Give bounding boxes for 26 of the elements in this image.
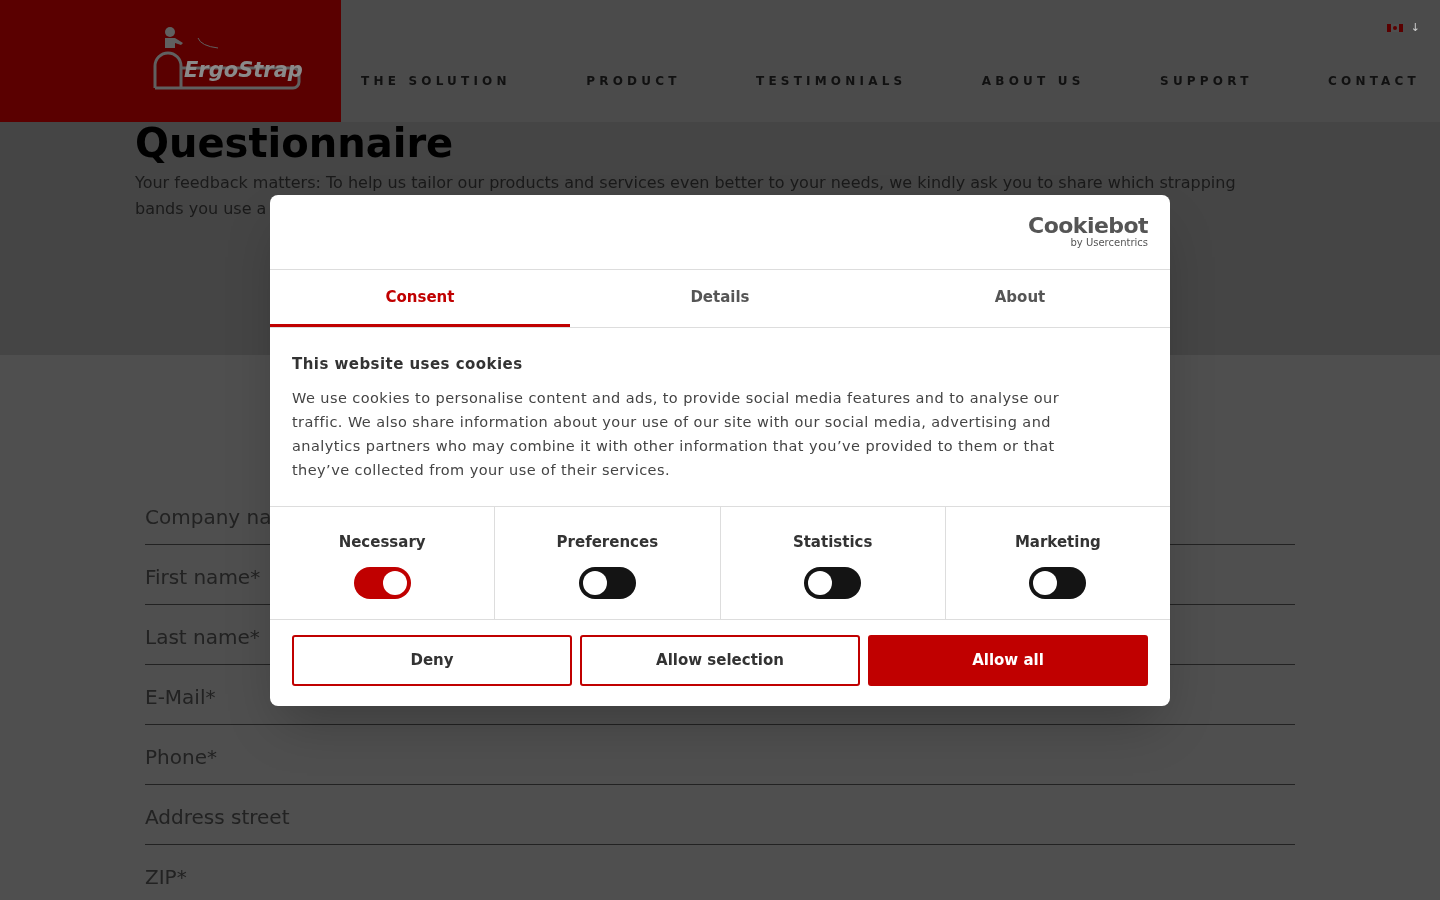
category-label: Statistics [792,531,873,553]
category-label: Marketing [1014,531,1101,553]
tab[interactable]: Consent [270,270,570,327]
nav-link[interactable]: THE SOLUTION [361,72,511,90]
page-title: Questionnaire [135,122,455,164]
toggle-switch[interactable] [1029,567,1087,599]
category-label: Preferences [556,531,659,553]
toggle-switch[interactable] [578,567,636,599]
tab[interactable]: Details [570,270,870,327]
nav-link[interactable]: PRODUCT [586,72,681,90]
dialog-heading: This website uses cookies [292,354,524,375]
nav-link[interactable]: SUPPORT [1160,72,1253,90]
language-arrow[interactable]: ↓ [1410,20,1420,37]
tab[interactable]: About [870,270,1170,327]
consent-button[interactable]: Allow selection [580,634,860,686]
dialog-text: We use cookies to personalise content and ads, to provide social media features and to analyse our traffic. We also share information about your use of our site with our social media, advertising and analytics partners who may combine it with other information that you’ve provided to them or that they’ve collected from your use of their services. [292,388,1061,480]
nav-link[interactable]: TESTIMONIALS [756,72,907,90]
category-label: Necessary [338,531,426,553]
toggle-switch[interactable] [353,567,411,599]
toggle-switch[interactable] [804,567,862,599]
nav-link[interactable]: ABOUT US [981,72,1085,90]
brand-logo: Cookiebot [1028,215,1148,237]
consent-button[interactable]: Allow all [868,634,1148,686]
brand-subtitle: by Usercentrics [1070,237,1148,249]
consent-button[interactable]: Deny [292,634,572,686]
nav-link[interactable]: CONTACT [1328,72,1420,90]
